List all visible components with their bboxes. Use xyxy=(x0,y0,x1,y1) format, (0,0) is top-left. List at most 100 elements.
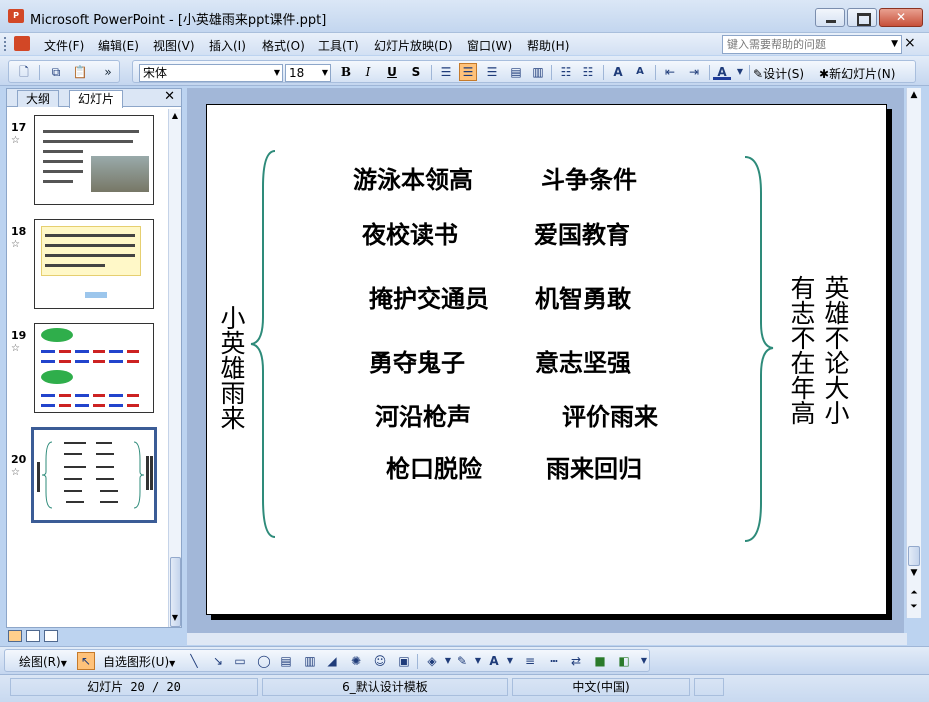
arrow-icon[interactable]: ↘ xyxy=(209,653,227,669)
minimize-button[interactable] xyxy=(815,8,845,27)
slideshow-view-icon[interactable] xyxy=(44,630,58,642)
thumbnail-list: 17 ☆ 18 ☆ 19 ☆ 20 ☆ xyxy=(7,109,167,627)
next-slide-icon[interactable]: ⏷ xyxy=(907,602,921,612)
menu-view[interactable]: 视图(V) xyxy=(153,37,195,54)
picture-icon[interactable]: ▣ xyxy=(395,653,413,669)
menu-edit[interactable]: 编辑(E) xyxy=(98,37,139,54)
menu-grip-handle[interactable] xyxy=(4,37,7,51)
slide-thumbnail-17[interactable] xyxy=(34,115,154,205)
grow-font-icon[interactable]: A xyxy=(609,64,627,80)
clipart-icon[interactable]: ☺ xyxy=(371,653,389,669)
menu-help[interactable]: 帮助(H) xyxy=(527,37,569,54)
scroll-down-icon[interactable]: ▼ xyxy=(907,568,921,578)
arrow-style-icon[interactable]: ⇄ xyxy=(567,653,585,669)
distribute-icon[interactable]: ▥ xyxy=(529,64,547,80)
shadow-style-icon[interactable]: ■ xyxy=(591,653,609,669)
powerpoint-app-icon[interactable]: P xyxy=(8,9,24,23)
slide-number: 17 xyxy=(11,121,27,134)
scroll-up-icon[interactable]: ▲ xyxy=(169,111,181,120)
line-style-icon[interactable]: ≡ xyxy=(521,653,539,669)
title-bar: P Microsoft PowerPoint - [小英雄雨来ppt课件.ppt… xyxy=(0,0,929,33)
document-close-icon[interactable]: × xyxy=(904,35,916,51)
current-slide[interactable]: 小英雄雨来 英雄不论大小 有志不在年高 游泳本领高 斗争条件 夜校读书 爱国教育… xyxy=(206,104,887,615)
slide-scrollbar[interactable]: ▲ ▼ ⏶ ⏷ xyxy=(906,88,921,618)
align-right-icon[interactable]: ☰ xyxy=(483,64,501,80)
oval-icon[interactable]: ◯ xyxy=(255,653,273,669)
select-pointer-icon[interactable]: ↖ xyxy=(77,652,95,670)
shrink-font-icon[interactable]: A xyxy=(631,64,649,80)
menu-format[interactable]: 格式(O) xyxy=(262,37,305,54)
scroll-up-icon[interactable]: ▲ xyxy=(907,90,921,100)
menu-bar: 文件(F) 编辑(E) 视图(V) 插入(I) 格式(O) 工具(T) 幻灯片放… xyxy=(0,33,929,55)
paste-icon[interactable]: 📋 xyxy=(71,64,89,80)
italic-button[interactable]: I xyxy=(359,64,377,80)
view-buttons xyxy=(8,630,58,642)
copy-icon[interactable]: ⧉ xyxy=(47,64,65,80)
close-button[interactable] xyxy=(879,8,923,27)
menu-tools[interactable]: 工具(T) xyxy=(318,37,359,54)
chevron-down-icon: ▼ xyxy=(273,68,280,77)
slide-thumbnail-18[interactable] xyxy=(34,219,154,309)
font-color-icon[interactable]: A xyxy=(713,64,731,80)
menu-file[interactable]: 文件(F) xyxy=(44,37,84,54)
justify-icon[interactable]: ▤ xyxy=(507,64,525,80)
shadow-button[interactable]: S xyxy=(407,64,425,80)
font-size-select[interactable]: 18 ▼ xyxy=(285,64,331,82)
design-button[interactable]: ✎设计(S) xyxy=(753,65,804,82)
align-center-icon[interactable]: ☰ xyxy=(459,63,477,81)
new-file-icon[interactable]: 🗋 xyxy=(15,64,33,80)
slide-text-right: 评价雨来 xyxy=(562,402,658,431)
panel-tabs: 大纲 幻灯片 ✕ xyxy=(7,89,181,108)
diagram-icon[interactable]: ✺ xyxy=(347,653,365,669)
textbox-icon[interactable]: ▤ xyxy=(277,653,295,669)
underline-button[interactable]: U xyxy=(383,64,401,80)
new-slide-button[interactable]: ✱新幻灯片(N) xyxy=(819,65,895,82)
line-icon[interactable]: ╲ xyxy=(185,653,203,669)
previous-slide-icon[interactable]: ⏶ xyxy=(907,588,921,598)
slide-sorter-view-icon[interactable] xyxy=(26,630,40,642)
tab-outline[interactable]: 大纲 xyxy=(17,90,60,107)
font-name-value: 宋体 xyxy=(143,66,168,80)
toolbar-options-icon[interactable]: ▼ xyxy=(639,653,649,669)
autoshapes-button[interactable]: 自选图形(U)▼ xyxy=(103,653,175,670)
scroll-down-icon[interactable]: ▼ xyxy=(169,613,181,622)
rectangle-icon[interactable]: ▭ xyxy=(231,653,249,669)
help-search-input[interactable]: 键入需要帮助的问题 ▼ xyxy=(722,35,902,54)
menu-insert[interactable]: 插入(I) xyxy=(209,37,246,54)
wordart-icon[interactable]: ◢ xyxy=(323,653,341,669)
bullets-icon[interactable]: ☷ xyxy=(579,64,597,80)
menu-slideshow[interactable]: 幻灯片放映(D) xyxy=(374,37,453,54)
slide-thumbnail-20[interactable] xyxy=(31,427,157,523)
bold-button[interactable]: B xyxy=(337,64,355,80)
new-slide-label: 新幻灯片(N) xyxy=(829,67,896,81)
align-left-icon[interactable]: ☰ xyxy=(437,64,455,80)
slide-thumbnail-19[interactable] xyxy=(34,323,154,413)
chevron-down-icon[interactable]: ▼ xyxy=(891,36,898,53)
horizontal-scrollbar[interactable] xyxy=(187,633,907,645)
numbering-icon[interactable]: ☷ xyxy=(557,64,575,80)
chevron-down-icon: ▼ xyxy=(60,659,67,668)
chevron-down-icon[interactable]: ▼ xyxy=(501,653,519,669)
toolbar-options-icon[interactable]: » xyxy=(99,64,117,80)
draw-menu-button[interactable]: 绘图(R)▼ xyxy=(19,653,67,670)
menu-window[interactable]: 窗口(W) xyxy=(467,37,512,54)
status-empty-cell xyxy=(694,678,724,696)
3d-style-icon[interactable]: ◧ xyxy=(615,653,633,669)
decrease-indent-icon[interactable]: ⇤ xyxy=(661,64,679,80)
tab-slides[interactable]: 幻灯片 xyxy=(69,90,124,108)
vertical-textbox-icon[interactable]: ▥ xyxy=(301,653,319,669)
slide-text-left: 游泳本领高 xyxy=(353,165,473,194)
normal-view-icon[interactable] xyxy=(8,630,22,642)
increase-indent-icon[interactable]: ⇥ xyxy=(685,64,703,80)
slide-text-right: 爱国教育 xyxy=(534,220,630,249)
panel-scrollbar[interactable]: ▲ ▼ xyxy=(168,109,181,627)
close-icon[interactable]: ✕ xyxy=(164,89,175,104)
chevron-down-icon[interactable]: ▼ xyxy=(731,64,749,80)
document-icon[interactable] xyxy=(14,36,30,51)
left-brace-path xyxy=(250,150,276,538)
scrollbar-thumb[interactable] xyxy=(908,546,920,566)
right-brace xyxy=(744,156,774,542)
restore-button[interactable] xyxy=(847,8,877,27)
font-name-select[interactable]: 宋体 ▼ xyxy=(139,64,283,82)
dash-style-icon[interactable]: ┅ xyxy=(545,653,563,669)
